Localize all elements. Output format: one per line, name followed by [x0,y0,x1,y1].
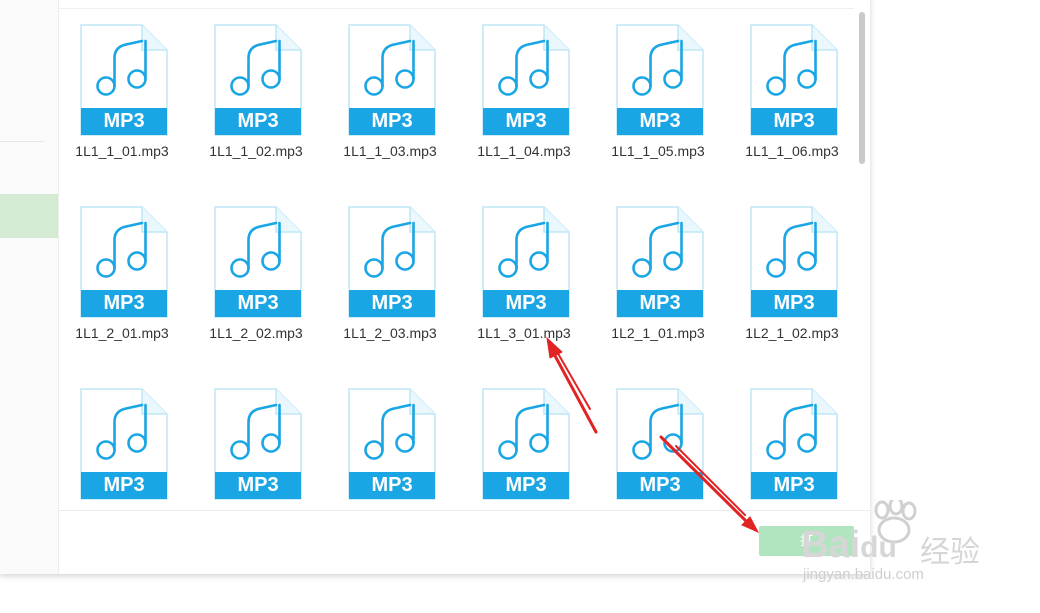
file-type-label: MP3 [505,474,547,496]
music-note-icon: MP3 [348,388,436,500]
file-picker-dialog: MP3 1L1_1_01.mp3 MP3 1L1_1_02.mp3 MP3 1L1_1_0… [0,0,870,574]
file-type-label: MP3 [639,474,681,496]
music-note-icon: MP3 [348,24,436,136]
file-name: 1L1_2_01.mp3 [75,325,169,341]
file-tile[interactable]: MP3 1L1_1_02.mp3 [194,9,328,179]
file-tile[interactable]: MP3 1L1_1_04.mp3 [462,9,596,179]
music-note-icon: MP3 [214,388,302,500]
file-type-label: MP3 [103,474,145,496]
file-tile[interactable]: MP3 [730,373,854,506]
sidebar [0,0,59,574]
file-tile[interactable]: MP3 1L1_1_01.mp3 [60,9,194,179]
file-type-label: MP3 [773,474,815,496]
file-name: 1L1_1_05.mp3 [611,143,705,159]
file-tile[interactable]: MP3 1L1_2_02.mp3 [194,191,328,361]
file-type-label: MP3 [505,110,547,132]
file-tile[interactable]: MP3 1L1_2_03.mp3 [328,191,462,361]
file-name: 1L1_1_03.mp3 [343,143,437,159]
file-name: 1L1_1_04.mp3 [477,143,571,159]
file-tile[interactable]: MP3 1L2_1_01.mp3 [596,191,730,361]
file-tile[interactable]: MP3 [328,373,462,506]
music-note-icon: MP3 [616,388,704,500]
file-type-label: MP3 [237,110,279,132]
music-note-icon: MP3 [80,24,168,136]
file-grid: MP3 1L1_1_01.mp3 MP3 1L1_1_02.mp3 MP3 1L1_1_0… [59,9,854,506]
file-tile[interactable]: MP3 [596,373,730,506]
watermark-sub: 经验 [920,536,980,569]
file-name: 1L1_1_06.mp3 [745,143,839,159]
file-type-label: MP3 [237,292,279,314]
music-note-icon: MP3 [616,24,704,136]
footer-divider [59,510,870,511]
file-type-label: MP3 [237,474,279,496]
file-tile[interactable]: MP3 [462,373,596,506]
music-note-icon: MP3 [750,388,838,500]
file-name: 1L1_3_01.mp3 [477,325,571,341]
file-tile[interactable]: MP3 1L1_1_05.mp3 [596,9,730,179]
file-tile[interactable]: MP3 [194,373,328,506]
file-name: 1L2_1_01.mp3 [611,325,705,341]
scrollbar[interactable] [856,4,868,504]
music-note-icon: MP3 [80,206,168,318]
file-type-label: MP3 [103,292,145,314]
file-tile[interactable]: MP3 [60,373,194,506]
file-name: 1L1_2_03.mp3 [343,325,437,341]
music-note-icon: MP3 [214,24,302,136]
file-name: 1L1_2_02.mp3 [209,325,303,341]
file-name: 1L1_1_01.mp3 [75,143,169,159]
music-note-icon: MP3 [80,388,168,500]
file-type-label: MP3 [371,110,413,132]
file-type-label: MP3 [505,292,547,314]
file-type-label: MP3 [639,110,681,132]
file-type-label: MP3 [371,292,413,314]
music-note-icon: MP3 [482,206,570,318]
file-tile[interactable]: MP3 1L1_2_01.mp3 [60,191,194,361]
file-type-label: MP3 [773,292,815,314]
scrollbar-thumb[interactable] [859,12,865,164]
file-tile[interactable]: MP3 1L1_1_06.mp3 [730,9,854,179]
music-note-icon: MP3 [750,206,838,318]
confirm-button[interactable]: 打 [759,526,854,556]
file-name: 1L1_1_02.mp3 [209,143,303,159]
music-note-icon: MP3 [750,24,838,136]
music-note-icon: MP3 [482,24,570,136]
file-type-label: MP3 [773,110,815,132]
music-note-icon: MP3 [214,206,302,318]
file-tile[interactable]: MP3 1L1_3_01.mp3 [462,191,596,361]
music-note-icon: MP3 [348,206,436,318]
music-note-icon: MP3 [616,206,704,318]
file-name: 1L2_1_02.mp3 [745,325,839,341]
sidebar-divider [0,141,44,142]
file-type-label: MP3 [103,110,145,132]
file-type-label: MP3 [639,292,681,314]
sidebar-item-selected[interactable] [0,194,58,238]
music-note-icon: MP3 [482,388,570,500]
file-tile[interactable]: MP3 1L2_1_02.mp3 [730,191,854,361]
file-type-label: MP3 [371,474,413,496]
file-tile[interactable]: MP3 1L1_1_03.mp3 [328,9,462,179]
